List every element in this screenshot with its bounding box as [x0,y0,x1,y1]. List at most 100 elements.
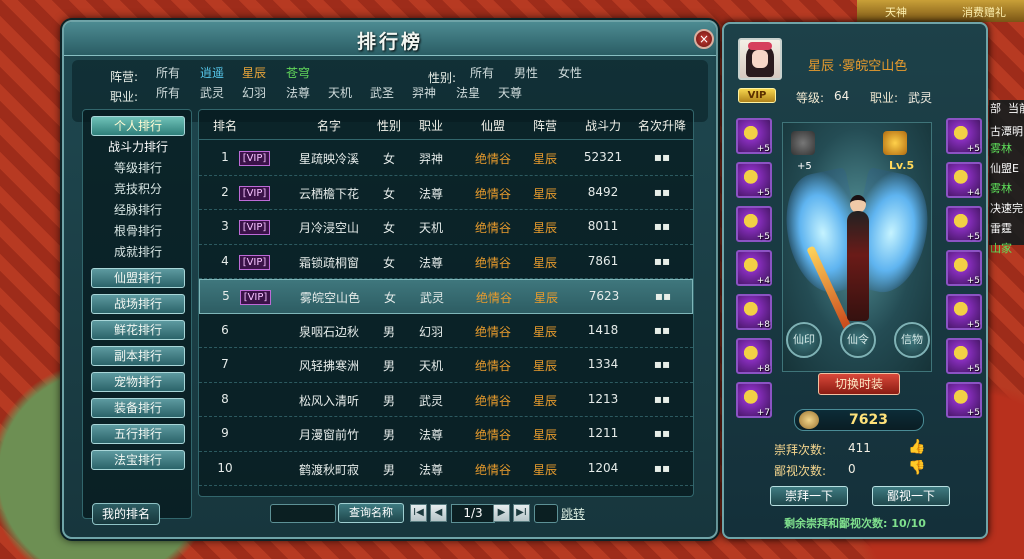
cell-class: 羿神 [418,152,443,166]
class-option-tianji[interactable]: 天机 [328,84,352,101]
left-equipment-slot-6[interactable]: +8 [736,338,772,374]
soul-gem-icon [791,131,815,155]
left-equipment-slot-7[interactable]: +7 [736,382,772,418]
cell-name: 泉咽石边秋 [298,324,359,339]
despise-button[interactable]: 鄙视一下 [872,486,950,506]
sidebar-button-battlefield[interactable]: 战场排行 [91,294,185,314]
cell-power: 1213 [587,391,619,406]
cell-gender: 男 [382,393,395,408]
prev-page-button[interactable]: ◀ [430,504,447,522]
cell-rank: 7 [221,357,229,371]
thumbs-down-icon: 👎 [908,460,926,476]
class-option-all[interactable]: 所有 [156,84,180,101]
table-row[interactable]: 9 月漫窗前竹 男 法尊 绝情谷 星辰 1211 ▪▪ [199,417,693,452]
sidebar-button-alliance[interactable]: 仙盟排行 [91,268,185,288]
table-row[interactable]: 4 [VIP] 霜锁疏桐窗女法尊 绝情谷 星辰 7861 ▪▪ [199,245,693,279]
cell-name: 月漫窗前竹 [298,428,359,442]
camp-option-xiaoyao[interactable]: 逍遥 [200,64,224,81]
class-option-fahuang[interactable]: 法皇 [456,84,480,101]
table-row[interactable]: 6 泉咽石边秋 男 幻羽 绝情谷 星辰 1418 ▪▪ [199,314,693,348]
table-row[interactable]: 8 松风入清听 男 武灵 绝情谷 星辰 1213 ▪▪ [199,383,693,417]
sidebar-item-arena[interactable]: 竞技积分 [83,180,193,197]
left-equipment-slot-3[interactable]: +5 [736,206,772,242]
ranking-table: 排名 名字 性别 职业 仙盟 阵营 战斗力 名次升降 1 [VIP] 星疏映冷溪女羿… [198,109,694,497]
window-title-bar[interactable]: 排行榜 [64,22,716,56]
header-name: 名字 [316,119,341,133]
class-option-wusheng[interactable]: 武圣 [370,84,394,101]
cell-move: ▪▪ [653,391,671,406]
jump-link[interactable]: 跳转 [561,505,585,522]
table-row[interactable]: 5 [VIP] 雾皖空山色女武灵 绝情谷 星辰 7623 ▪▪ [199,279,693,314]
header-rank-change: 名次升降 [637,119,686,133]
left-equipment-slot-1[interactable]: +5 [736,118,772,154]
gender-option-female[interactable]: 女性 [558,64,582,81]
gender-option-male[interactable]: 男性 [514,64,538,81]
class-option-wuling[interactable]: 武灵 [200,84,224,101]
table-row[interactable]: 10 鹤渡秋町寂 男 法尊 绝情谷 星辰 1204 ▪▪ [199,452,693,486]
page-jump-input[interactable] [534,504,558,523]
table-row[interactable]: 2 [VIP] 云栖檐下花女法尊 绝情谷 星辰 8492 ▪▪ [199,176,693,210]
personal-ranking-button[interactable]: 个人排行 [91,116,185,136]
cell-name: 雾皖空山色 [299,291,360,305]
seal-button[interactable]: 仙印 [786,322,822,358]
sidebar-item-level[interactable]: 等级排行 [83,159,193,176]
sidebar-item-root[interactable]: 根骨排行 [83,222,193,239]
right-equipment-slot-7[interactable]: +5 [946,382,982,418]
close-button[interactable]: × [694,29,714,49]
my-rank-button[interactable]: 我的排名 [92,503,160,525]
right-equipment-slot-2[interactable]: +4 [946,162,982,198]
sidebar-item-achievement[interactable]: 成就排行 [83,243,193,260]
class-option-yishen[interactable]: 羿神 [412,84,436,101]
cell-move: ▪▪ [653,357,671,371]
cell-move: ▪▪ [653,460,671,475]
table-row[interactable]: 3 [VIP] 月冷浸空山女天机 绝情谷 星辰 8011 ▪▪ [199,210,693,245]
right-equipment-slot-5[interactable]: +5 [946,294,982,330]
left-equipment-slot-2[interactable]: +5 [736,162,772,198]
equipment-level: +5 [966,144,980,154]
power-emblem-icon [799,411,819,429]
right-equipment-slot-4[interactable]: +5 [946,250,982,286]
camp-option-all[interactable]: 所有 [156,64,180,81]
sidebar-button-treasure[interactable]: 法宝排行 [91,450,185,470]
sidebar-item-meridian[interactable]: 经脉排行 [83,201,193,218]
sidebar-button-five-elements[interactable]: 五行排行 [91,424,185,444]
cell-name: 鹤渡秋町寂 [298,462,359,477]
cell-alliance: 绝情谷 [474,186,511,201]
worship-button[interactable]: 崇拜一下 [770,486,848,506]
right-equipment-slot-6[interactable]: +5 [946,338,982,374]
table-row[interactable]: 7 风轻拂寒洲 男 天机 绝情谷 星辰 1334 ▪▪ [199,348,693,383]
right-equipment-slot-3[interactable]: +5 [946,206,982,242]
search-name-button[interactable]: 查询名称 [338,503,404,523]
cell-class: 法尊 [418,186,443,201]
class-option-huanyu[interactable]: 幻羽 [242,84,266,101]
first-page-button[interactable]: I◀ [410,504,427,522]
cell-gender: 男 [382,428,395,442]
cell-rank: 8 [221,391,229,406]
switch-outfit-button[interactable]: 切换时装 [818,373,900,395]
camp-option-xingchen[interactable]: 星辰 [242,64,266,81]
cell-alliance: 绝情谷 [474,152,511,166]
sidebar-item-power[interactable]: 战斗力排行 [83,138,193,155]
last-page-button[interactable]: ▶I [513,504,530,522]
vip-badge: VIP [738,88,776,103]
gender-option-all[interactable]: 所有 [470,64,494,81]
sidebar-button-dungeon[interactable]: 副本排行 [91,346,185,366]
left-equipment-slot-4[interactable]: +4 [736,250,772,286]
right-equipment-slot-1[interactable]: +5 [946,118,982,154]
cell-camp: 星辰 [532,152,557,166]
left-equipment-slot-5[interactable]: +8 [736,294,772,330]
class-option-fazun[interactable]: 法尊 [286,84,310,101]
sidebar-button-pet[interactable]: 宠物排行 [91,372,185,392]
table-row[interactable]: 1 [VIP] 星疏映冷溪女羿神 绝情谷 星辰 52321 ▪▪ [199,141,693,176]
search-name-input[interactable] [270,504,336,523]
sidebar-button-flower[interactable]: 鲜花排行 [91,320,185,340]
keepsake-button[interactable]: 信物 [894,322,930,358]
camp-option-cangqiong[interactable]: 苍穹 [286,64,310,81]
background-event-banner: 天神 消费赠礼 [857,0,1024,22]
cell-power: 1204 [587,460,619,475]
sidebar-button-equipment[interactable]: 装备排行 [91,398,185,418]
token-button[interactable]: 仙令 [840,322,876,358]
class-option-tianzun[interactable]: 天尊 [498,84,522,101]
next-page-button[interactable]: ▶ [493,504,510,522]
equipment-level: +8 [756,320,770,330]
